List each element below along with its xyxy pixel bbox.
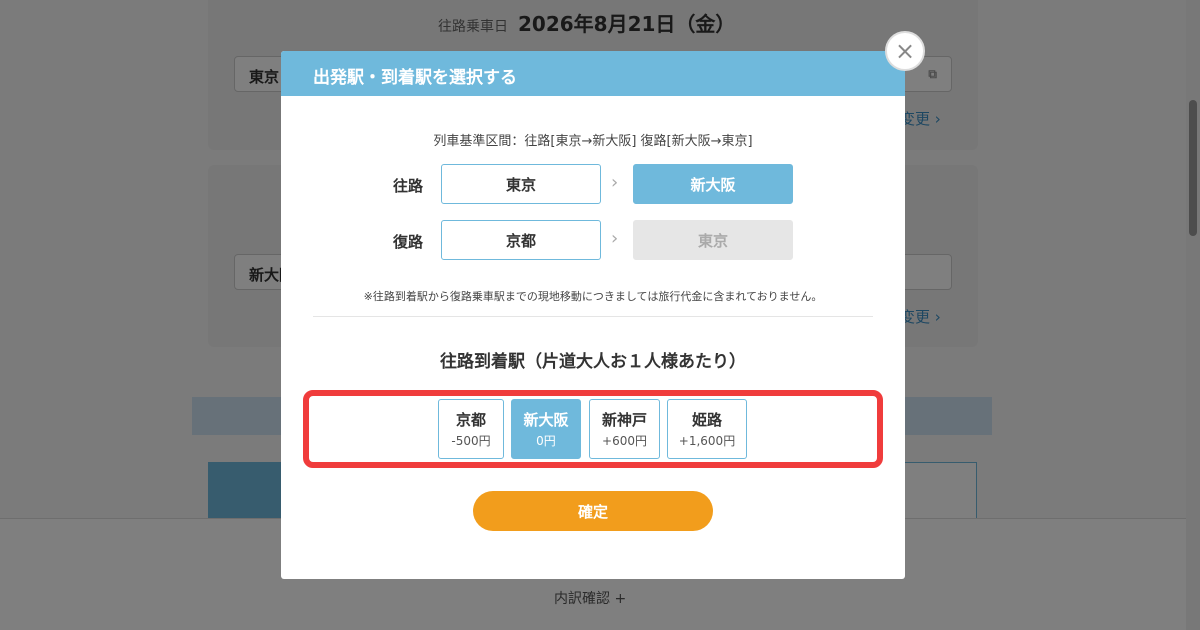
- option-price: 0円: [536, 434, 556, 448]
- chevron-right-icon: ›: [611, 228, 619, 249]
- option-price: +600円: [602, 434, 647, 448]
- confirm-label: 確定: [577, 502, 608, 521]
- outbound-from-label: 東京: [505, 175, 536, 194]
- chevron-right-icon: ›: [611, 172, 619, 193]
- close-icon[interactable]: ×: [885, 31, 925, 71]
- arrival-option-shin-osaka[interactable]: 新大阪 0円: [511, 399, 581, 459]
- confirm-button[interactable]: 確定: [473, 491, 713, 531]
- option-price: -500円: [451, 434, 491, 448]
- arrival-option-shin-kobe[interactable]: 新神戸 +600円: [589, 399, 660, 459]
- transfer-notice: ※往路到着駅から復路乗車駅までの現地移動につきましては旅行代金に含まれておりませ…: [363, 290, 823, 303]
- return-to-station: 東京: [633, 220, 793, 260]
- option-name: 姫路: [691, 411, 722, 429]
- station-select-modal: 出発駅・到着駅を選択する 列車基準区間：往路[東京→新大阪] 復路[新大阪→東京…: [281, 51, 905, 579]
- return-from-label: 京都: [505, 231, 536, 250]
- outbound-row-label: 往路: [393, 177, 424, 195]
- close-symbol: ×: [894, 37, 916, 65]
- option-name: 新神戸: [601, 411, 647, 429]
- return-row-label: 復路: [393, 233, 424, 251]
- outbound-to-station[interactable]: 新大阪: [633, 164, 793, 204]
- option-price: +1,600円: [678, 434, 736, 448]
- outbound-to-label: 新大阪: [690, 175, 736, 194]
- outbound-from-station[interactable]: 東京: [441, 164, 601, 204]
- return-to-label: 東京: [697, 231, 728, 250]
- arrival-option-himeji[interactable]: 姫路 +1,600円: [667, 399, 747, 459]
- modal-header: 出発駅・到着駅を選択する: [281, 51, 905, 96]
- option-name: 新大阪: [523, 411, 569, 429]
- divider: [313, 316, 873, 317]
- arrival-option-kyoto[interactable]: 京都 -500円: [438, 399, 504, 459]
- option-name: 京都: [455, 411, 486, 429]
- return-from-station[interactable]: 京都: [441, 220, 601, 260]
- route-note: 列車基準区間：往路[東京→新大阪] 復路[新大阪→東京]: [433, 134, 753, 149]
- section-title: 往路到着駅（片道大人お１人様あたり）: [440, 352, 746, 372]
- modal-title: 出発駅・到着駅を選択する: [313, 68, 517, 88]
